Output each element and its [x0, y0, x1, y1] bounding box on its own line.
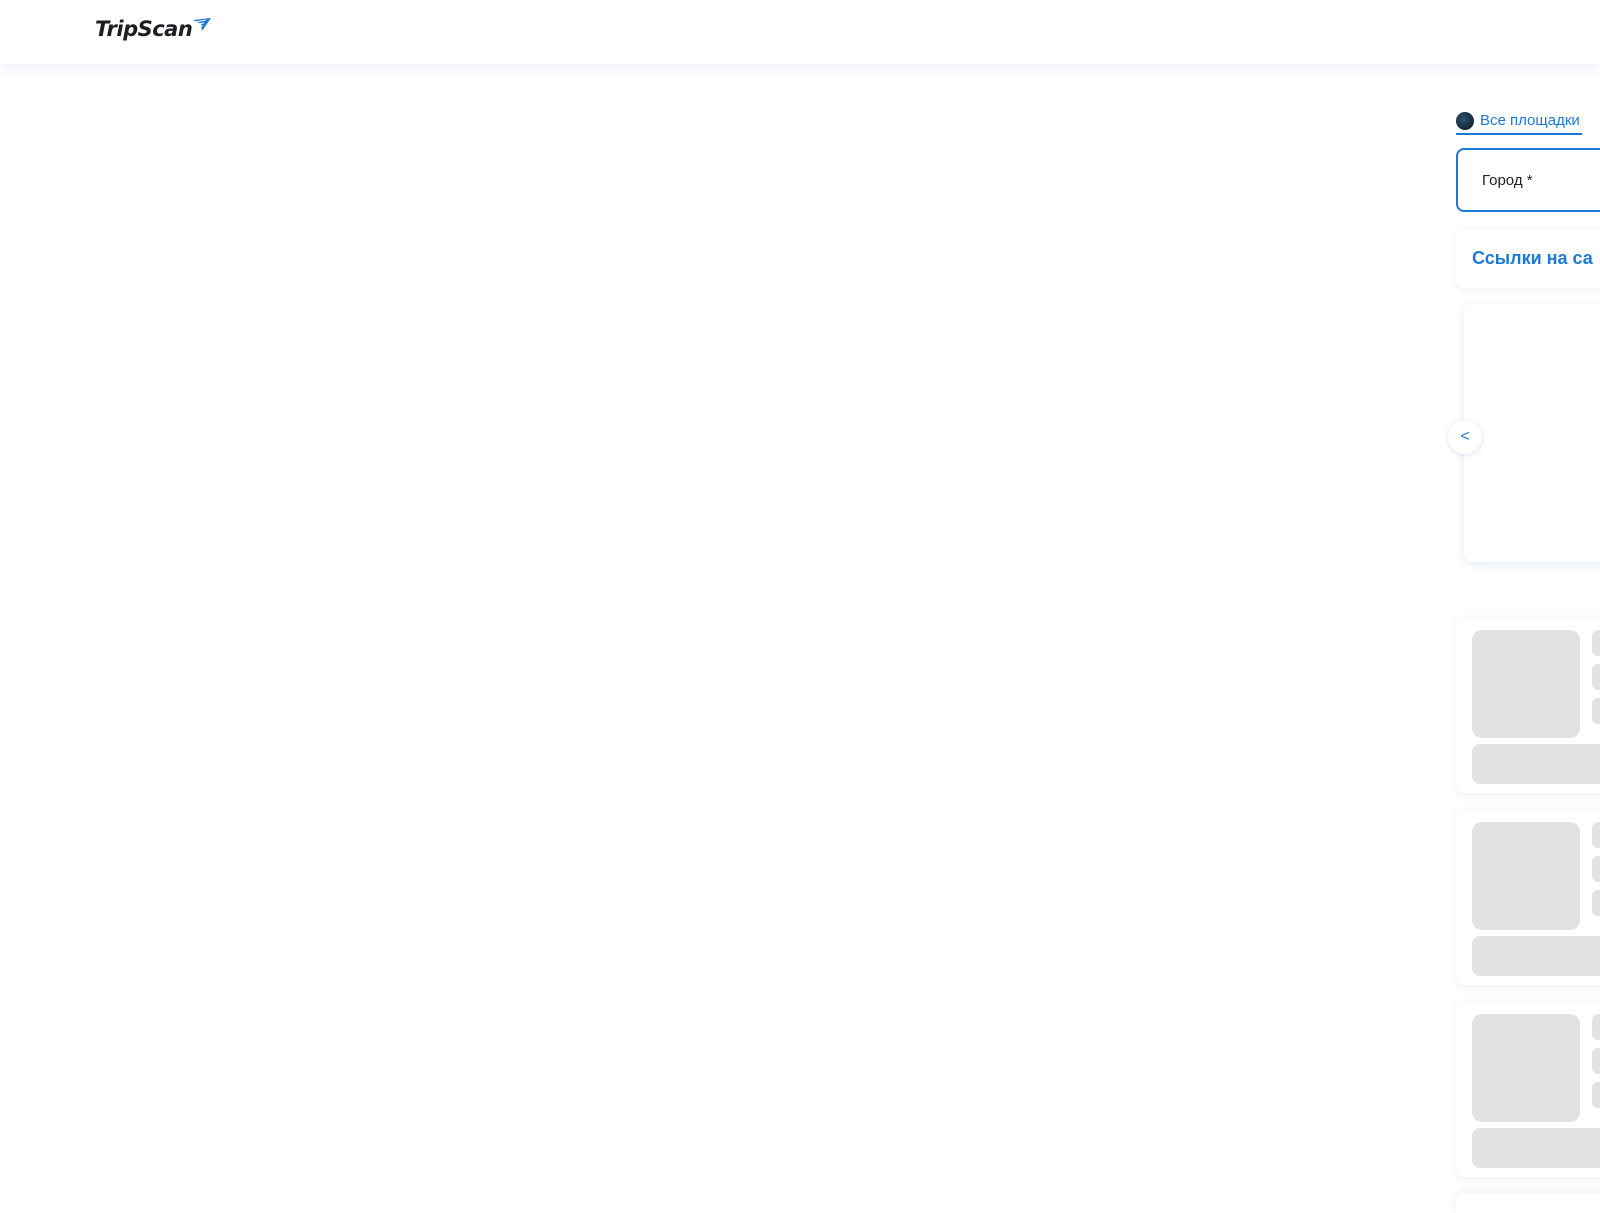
city-field-label: Город * — [1482, 171, 1533, 189]
skeleton-thumbnail — [1472, 630, 1580, 738]
skeleton-thumbnail — [1472, 822, 1580, 930]
tripscan-logo[interactable]: TripScan — [95, 16, 212, 44]
city-field[interactable]: Город * — [1456, 148, 1600, 212]
skeleton-line — [1592, 1048, 1600, 1074]
paper-plane-icon — [193, 18, 212, 31]
all-platforms-link[interactable]: Все площадки — [1456, 108, 1582, 135]
skeleton-thumbnail — [1472, 1014, 1580, 1122]
all-platforms-label: Все площадки — [1480, 112, 1580, 129]
skeleton-card-peek — [1456, 1193, 1600, 1213]
skeleton-line — [1592, 664, 1600, 690]
skeleton-line — [1592, 856, 1600, 882]
carousel-prev-button[interactable]: < — [1448, 420, 1482, 454]
skeleton-line — [1592, 822, 1600, 848]
site-links-section[interactable]: Ссылки на са — [1456, 229, 1600, 288]
site-links-title: Ссылки на са — [1472, 248, 1593, 268]
skeleton-line — [1592, 1014, 1600, 1040]
skeleton-bar — [1472, 744, 1600, 784]
logo-text: TripScan — [95, 17, 193, 41]
skeleton-card — [1456, 618, 1600, 793]
carousel-panel — [1464, 304, 1600, 562]
skeleton-card — [1456, 1002, 1600, 1177]
skeleton-card — [1456, 810, 1600, 985]
skeleton-bar — [1472, 1128, 1600, 1168]
skeleton-line — [1592, 630, 1600, 656]
skeleton-line — [1592, 1082, 1600, 1108]
skeleton-line — [1592, 890, 1600, 916]
top-header: TripScan — [0, 0, 1600, 64]
skeleton-bar — [1472, 936, 1600, 976]
globe-icon — [1456, 111, 1474, 130]
skeleton-line — [1592, 698, 1600, 724]
